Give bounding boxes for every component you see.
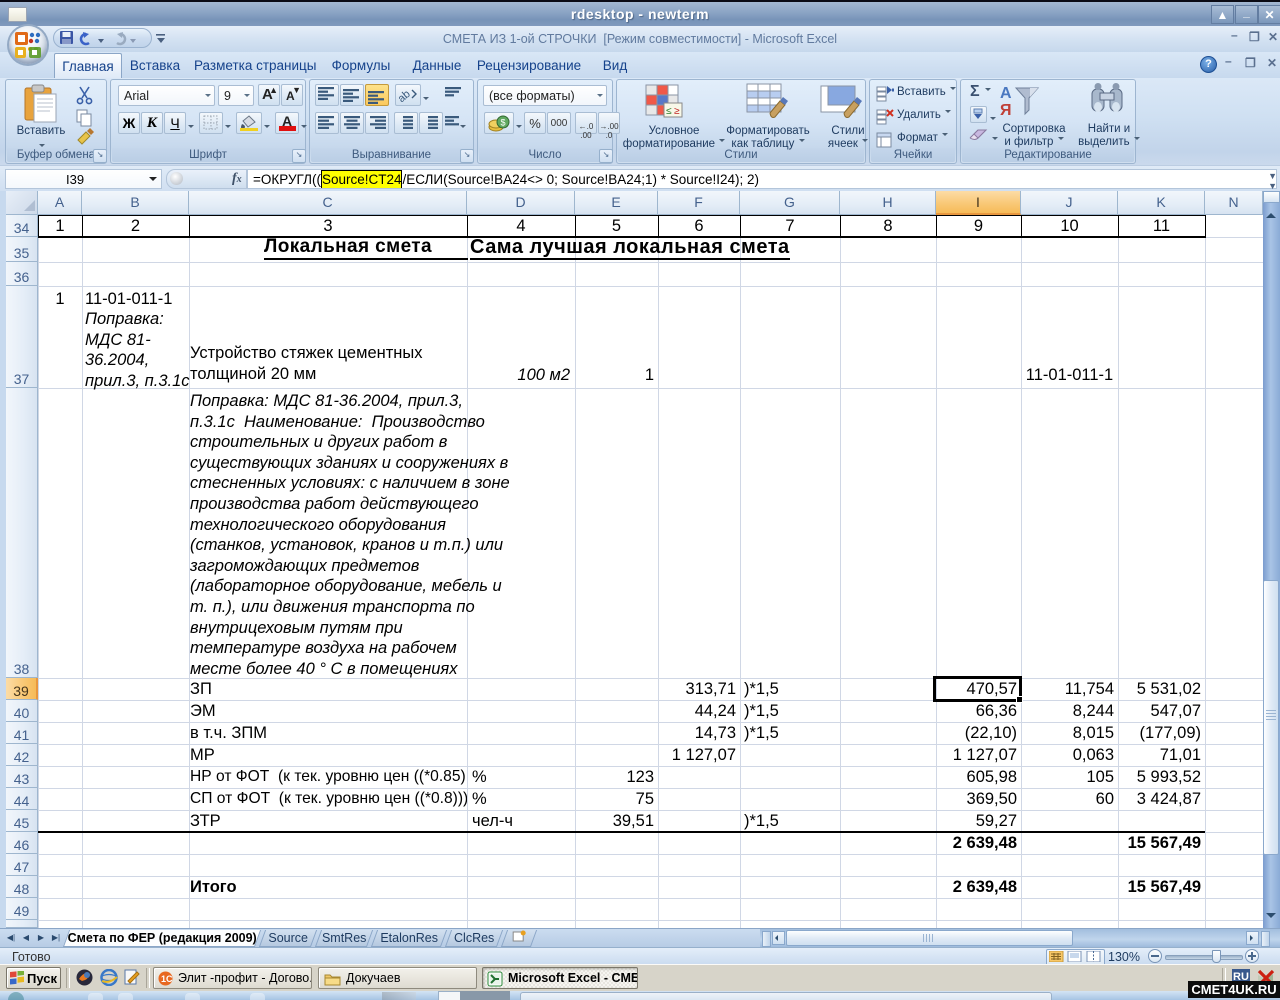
svg-text:≤: ≤ xyxy=(666,106,672,117)
svg-text:А: А xyxy=(1000,85,1012,102)
svg-text:ab: ab xyxy=(398,88,413,104)
svg-text:1C: 1C xyxy=(161,974,173,984)
svg-text:≥: ≥ xyxy=(674,106,680,117)
svg-text:$: $ xyxy=(501,118,506,128)
svg-text:Я: Я xyxy=(1000,102,1012,119)
